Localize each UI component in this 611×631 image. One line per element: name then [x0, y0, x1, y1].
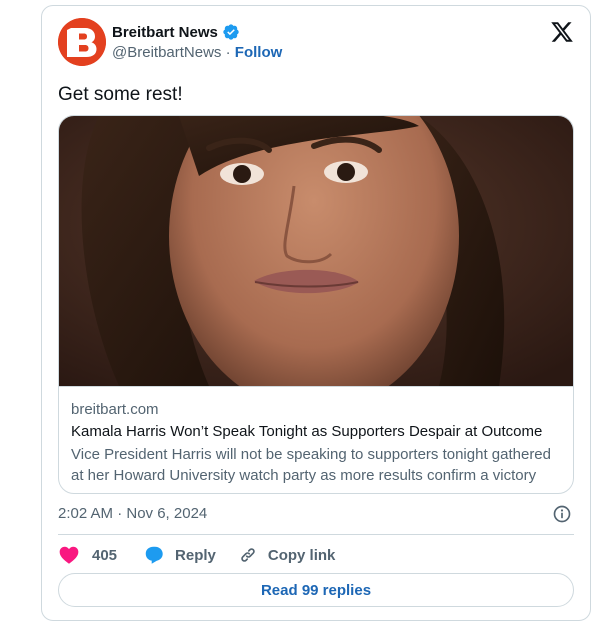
copy-link-label: Copy link [267, 546, 336, 564]
card-domain: breitbart.com [71, 401, 159, 418]
heart-icon [59, 546, 79, 564]
like-count: 405 [92, 546, 118, 564]
author-name-row: Breitbart News [112, 22, 240, 42]
follow-link[interactable]: Follow [235, 44, 283, 61]
link-card[interactable]: breitbart.com Kamala Harris Won’t Speak … [58, 115, 574, 494]
tweet-text: Get some rest! [58, 84, 183, 105]
info-icon[interactable] [552, 504, 572, 524]
read-replies-button[interactable]: Read 99 replies [58, 573, 574, 607]
reply-label: Reply [175, 546, 216, 564]
link-icon [241, 548, 255, 562]
article-image[interactable] [59, 116, 573, 386]
actions-row: 405 Reply Copy link [58, 544, 335, 566]
handle-row: @BreitbartNews · Follow [112, 44, 282, 61]
author-name[interactable]: Breitbart News [112, 24, 218, 41]
card-info[interactable]: breitbart.com Kamala Harris Won’t Speak … [59, 386, 573, 493]
timestamp-row: 2:02 AM · Nov 6, 2024 [58, 504, 574, 526]
tweet-timestamp[interactable]: 2:02 AM · Nov 6, 2024 [58, 504, 207, 524]
reply-bubble-icon [145, 546, 163, 564]
breitbart-logo-icon [58, 18, 106, 66]
portrait-photo-icon [59, 116, 573, 386]
card-title: Kamala Harris Won’t Speak Tonight as Sup… [71, 423, 543, 440]
x-logo-icon[interactable] [550, 20, 574, 44]
copy-link-button[interactable]: Copy link [238, 545, 336, 565]
tweet-card: Breitbart News @BreitbartNews · Follow G… [41, 5, 591, 621]
divider [58, 534, 574, 535]
reply-button[interactable]: Reply [143, 544, 216, 566]
avatar[interactable] [58, 18, 106, 66]
like-button[interactable]: 405 [58, 544, 117, 566]
verified-badge-icon [223, 24, 239, 40]
card-description: Vice President Harris will not be speaki… [71, 446, 551, 484]
author-handle[interactable]: @BreitbartNews [112, 44, 221, 61]
handle-separator: · [221, 44, 235, 61]
